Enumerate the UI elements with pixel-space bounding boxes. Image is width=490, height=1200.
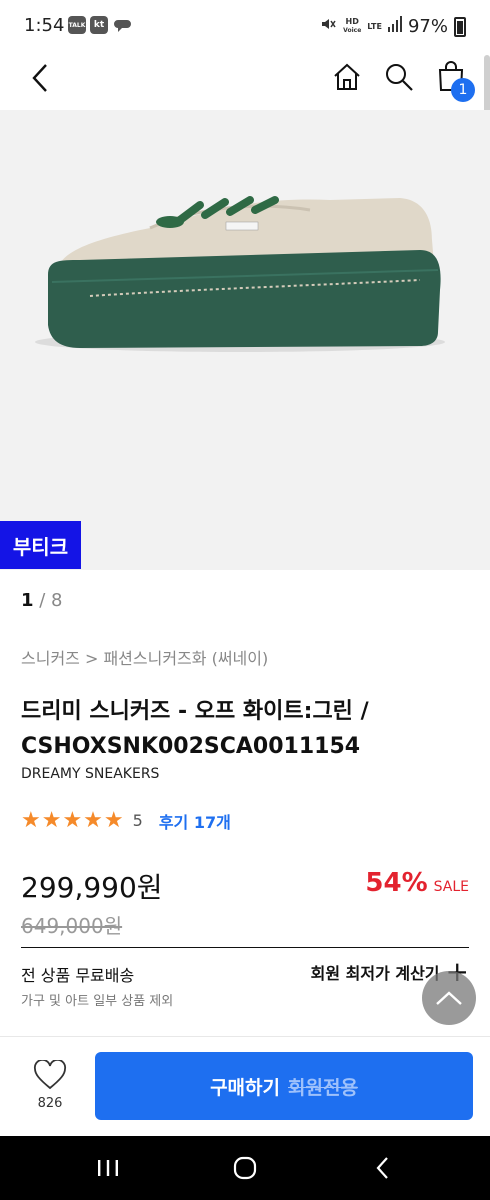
heart-icon bbox=[33, 1058, 67, 1090]
notification-icons: TALK kt bbox=[68, 16, 132, 38]
reviews-link[interactable]: 후기 17개 bbox=[159, 809, 231, 833]
discount-percent: 54% bbox=[365, 868, 428, 898]
product-title-line1: 드리미 스니커즈 - 오프 화이트:그린 / bbox=[21, 699, 369, 724]
sneaker-image bbox=[35, 196, 445, 352]
shipping-subtitle: 가구 및 아트 일부 상품 제외 bbox=[21, 994, 174, 1009]
like-button[interactable]: 826 bbox=[24, 1058, 76, 1111]
breadcrumb[interactable]: 스니커즈 > 패션스니커즈화 (써네이) bbox=[21, 645, 268, 669]
signal-icon bbox=[387, 16, 402, 37]
star-rating-icon: ★★★★★ bbox=[21, 808, 125, 833]
home-icon[interactable] bbox=[330, 60, 364, 94]
talk-icon: TALK bbox=[68, 16, 86, 34]
pager-total: / 8 bbox=[39, 590, 63, 611]
mute-icon bbox=[319, 15, 337, 38]
shipping-title: 전 상품 무료배송 bbox=[21, 966, 135, 985]
kt-icon: kt bbox=[90, 16, 108, 34]
sale-price: 299,990원 bbox=[21, 871, 163, 904]
product-title: 드리미 스니커즈 - 오프 화이트:그린 / CSHOXSNK002SCA001… bbox=[21, 694, 461, 764]
sale-label: SALE bbox=[433, 879, 469, 895]
top-navigation bbox=[0, 52, 490, 110]
rating-row: ★★★★★ 5 후기 17개 bbox=[21, 808, 231, 833]
original-price: 649,000원 bbox=[21, 914, 123, 938]
like-count: 826 bbox=[37, 1096, 63, 1111]
status-time: 1:54 bbox=[24, 15, 65, 36]
buy-button-label: 구매하기 bbox=[210, 1076, 280, 1099]
system-back-icon[interactable] bbox=[364, 1150, 400, 1186]
brand-name[interactable]: DREAMY SNEAKERS bbox=[21, 766, 159, 782]
chevron-up-icon bbox=[436, 991, 462, 1005]
product-image-gallery[interactable] bbox=[0, 110, 490, 570]
volte-icon: HD Voice bbox=[343, 17, 362, 35]
discount: 54% SALE bbox=[365, 868, 469, 898]
back-arrow-icon[interactable] bbox=[24, 62, 56, 94]
member-price-label: 회원 최저가 계산기 bbox=[310, 964, 440, 983]
product-title-line2: CSHOXSNK002SCA0011154 bbox=[21, 734, 361, 759]
scroll-top-button[interactable] bbox=[422, 971, 476, 1025]
buy-button-members-only: 회원전용 bbox=[288, 1076, 358, 1099]
search-icon[interactable] bbox=[382, 60, 416, 94]
status-bar: 1:54 TALK kt HD Voice LTE 97% bbox=[0, 0, 490, 52]
pager-current: 1 bbox=[21, 590, 34, 611]
store-tag[interactable]: 부티크 bbox=[0, 521, 81, 569]
home-circle-icon[interactable] bbox=[226, 1150, 264, 1186]
lte-icon: LTE bbox=[367, 21, 382, 31]
image-pager: 1 / 8 bbox=[21, 590, 63, 611]
buy-button[interactable]: 구매하기 회원전용 bbox=[95, 1052, 473, 1120]
cloud-chat-icon bbox=[112, 16, 132, 38]
recent-apps-icon[interactable] bbox=[90, 1152, 126, 1184]
battery-icon bbox=[454, 16, 466, 37]
status-right: HD Voice LTE 97% bbox=[319, 15, 466, 38]
cart-count-badge: 1 bbox=[451, 78, 475, 102]
rating-value: 5 bbox=[132, 811, 143, 830]
system-navigation-bar bbox=[0, 1136, 490, 1200]
divider bbox=[21, 947, 469, 948]
battery-percent: 97% bbox=[407, 16, 448, 37]
